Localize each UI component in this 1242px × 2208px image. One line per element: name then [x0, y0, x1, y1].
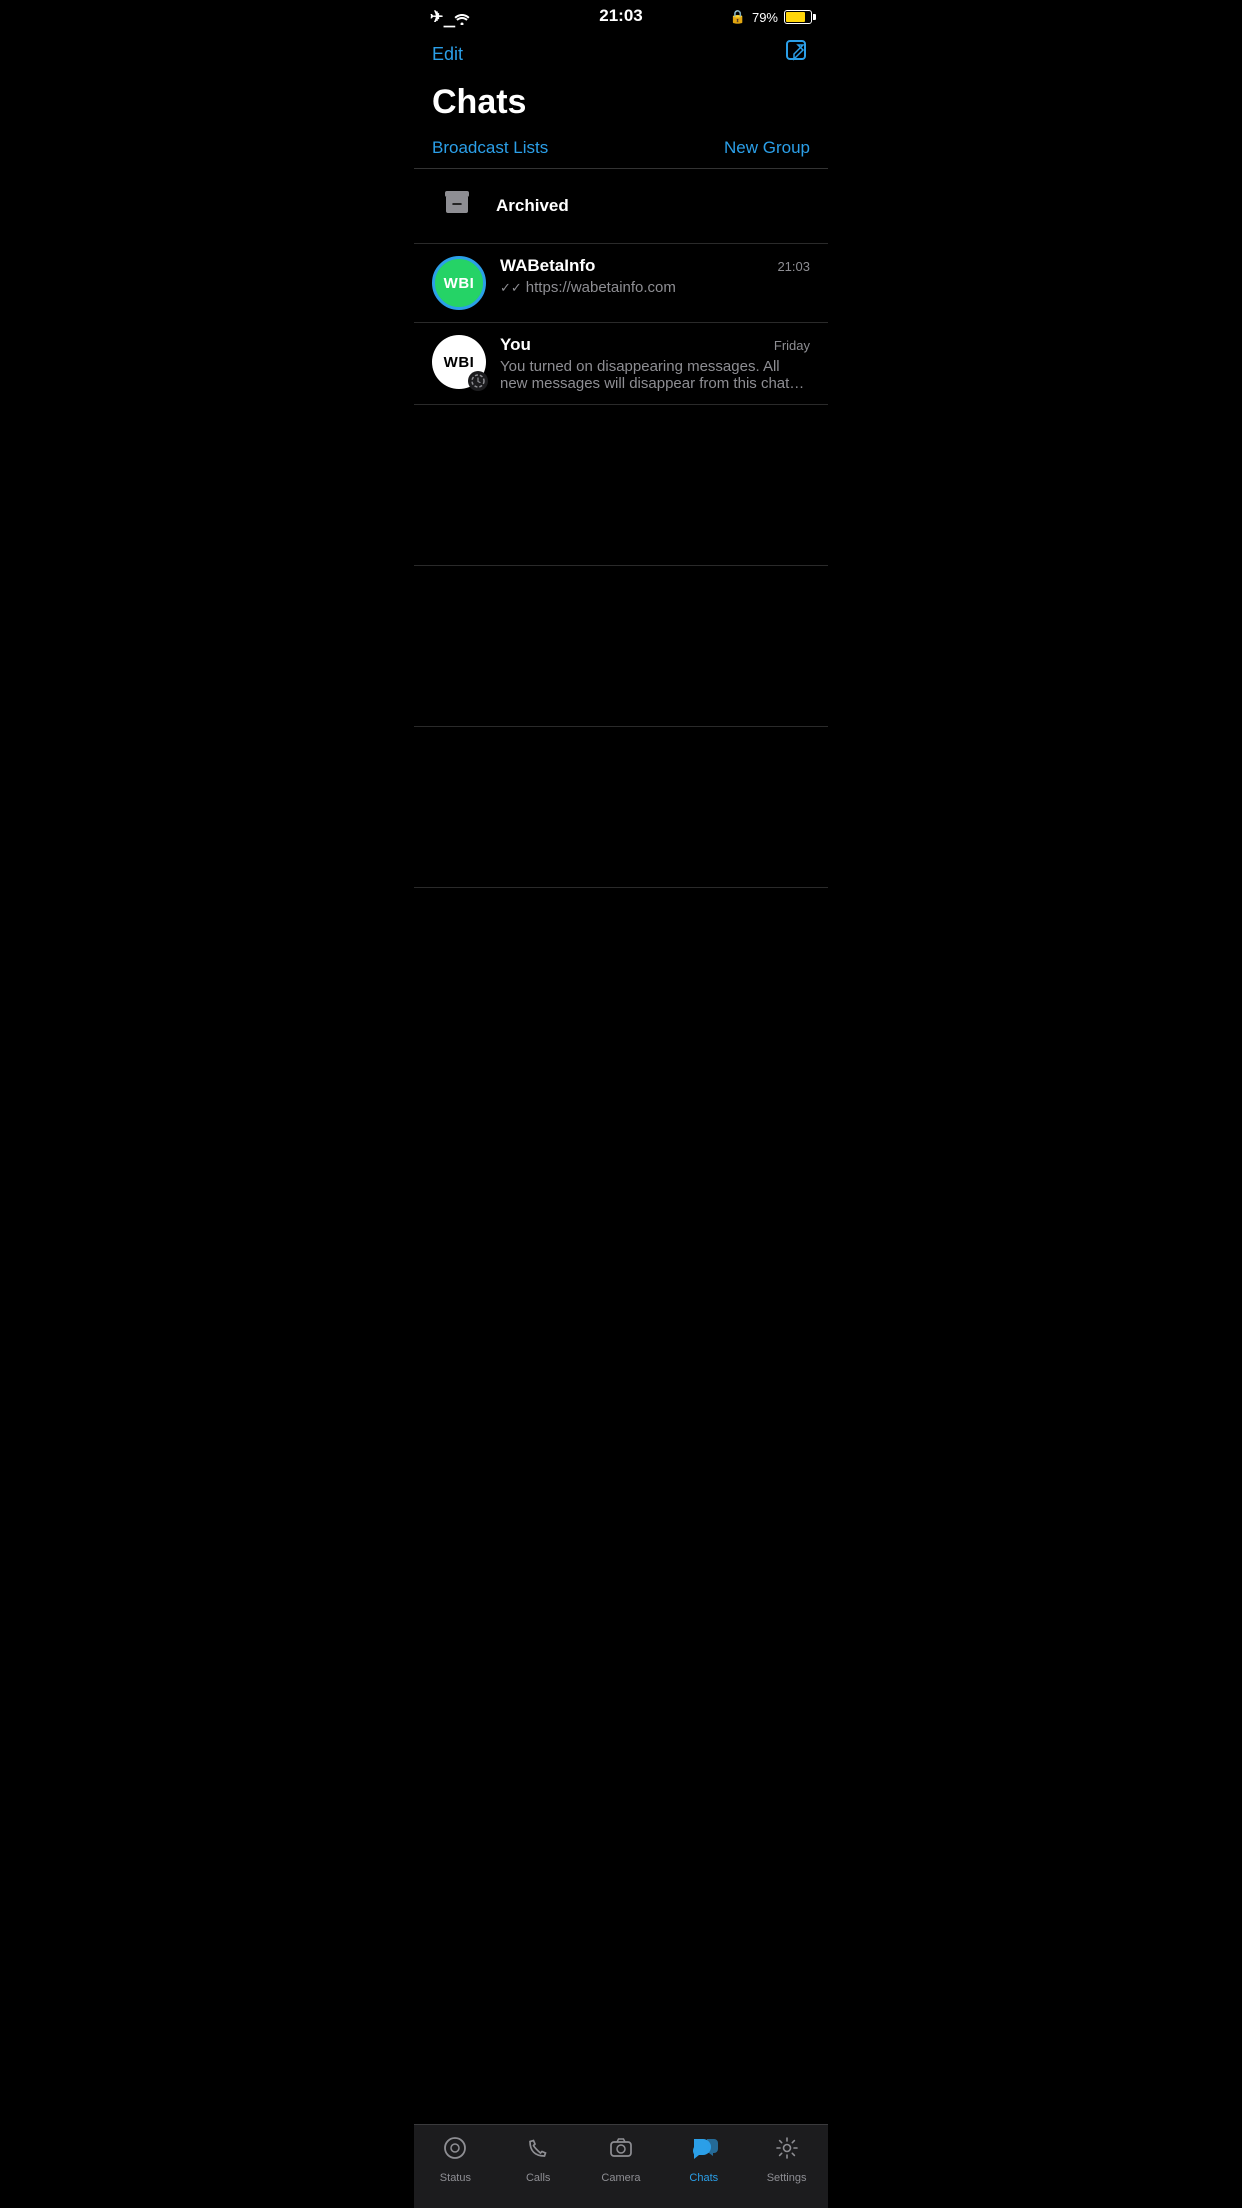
- divider-1: [414, 565, 828, 566]
- wifi-icon: ︭: [449, 6, 469, 28]
- settings-tab-label: Settings: [767, 2172, 807, 2184]
- list-item[interactable]: WBI WABetaInfo 21:03 ✓✓ https://wabetain…: [414, 244, 828, 323]
- avatar: WBI: [432, 335, 486, 389]
- battery-fill: [786, 12, 805, 22]
- chat-info: WABetaInfo 21:03 ✓✓ https://wabetainfo.c…: [500, 256, 810, 296]
- chats-tab-icon: [690, 2135, 718, 2168]
- avatar: WBI: [432, 256, 486, 310]
- chat-message: You turned on disappearing messages. All…: [500, 358, 810, 392]
- lock-icon: 🔒: [730, 9, 746, 25]
- tab-status[interactable]: Status: [414, 2135, 497, 2184]
- avatar-text: WBI: [444, 275, 475, 292]
- disappearing-timer-badge: [468, 371, 488, 391]
- status-left: ︭: [430, 6, 470, 28]
- chats-tab-label: Chats: [689, 2172, 718, 2184]
- chat-name: You: [500, 335, 531, 355]
- chat-top: WABetaInfo 21:03: [500, 256, 810, 276]
- chat-top: You Friday: [500, 335, 810, 355]
- calls-tab-label: Calls: [526, 2172, 550, 2184]
- tab-bar: Status Calls Camera Chats: [414, 2124, 828, 2208]
- chat-message: https://wabetainfo.com: [526, 279, 810, 296]
- camera-tab-label: Camera: [601, 2172, 640, 2184]
- archived-row[interactable]: Archived: [414, 169, 828, 244]
- chat-info: You Friday You turned on disappearing me…: [500, 335, 810, 392]
- page-title: Chats: [414, 75, 828, 138]
- chat-list: Archived WBI WABetaInfo 21:03 ✓✓ https:/…: [414, 169, 828, 405]
- chat-preview: ✓✓ https://wabetainfo.com: [500, 279, 810, 296]
- new-group-button[interactable]: New Group: [724, 138, 810, 158]
- tab-calls[interactable]: Calls: [497, 2135, 580, 2184]
- divider-2: [414, 726, 828, 727]
- archive-box-icon: [441, 187, 473, 226]
- archive-icon-wrap: [432, 181, 482, 231]
- status-bar: ︭ 21:03 🔒 79%: [414, 0, 828, 30]
- double-check-icon: ✓✓: [500, 280, 522, 296]
- airplane-icon: [430, 7, 443, 27]
- status-time: 21:03: [599, 6, 642, 26]
- tab-camera[interactable]: Camera: [580, 2135, 663, 2184]
- broadcast-lists-button[interactable]: Broadcast Lists: [432, 138, 548, 158]
- chat-name: WABetaInfo: [500, 256, 595, 276]
- camera-tab-icon: [608, 2135, 634, 2168]
- compose-icon[interactable]: [784, 38, 810, 71]
- status-tab-label: Status: [440, 2172, 471, 2184]
- battery-percent: 79%: [752, 10, 778, 25]
- status-right: 🔒 79%: [730, 9, 812, 25]
- chat-time: Friday: [774, 338, 810, 353]
- calls-tab-icon: [525, 2135, 551, 2168]
- battery-icon: [784, 10, 812, 24]
- settings-tab-icon: [774, 2135, 800, 2168]
- header-bar: Edit: [414, 30, 828, 75]
- action-row: Broadcast Lists New Group: [414, 138, 828, 169]
- chat-time: 21:03: [777, 259, 810, 274]
- status-tab-icon: [442, 2135, 468, 2168]
- tab-chats[interactable]: Chats: [662, 2135, 745, 2184]
- archived-label: Archived: [496, 196, 569, 216]
- edit-button[interactable]: Edit: [432, 44, 463, 65]
- divider-3: [414, 887, 828, 888]
- chat-preview: You turned on disappearing messages. All…: [500, 358, 810, 392]
- avatar-text: WBI: [444, 354, 475, 371]
- list-item[interactable]: WBI You Friday You turned on disappearin…: [414, 323, 828, 405]
- tab-settings[interactable]: Settings: [745, 2135, 828, 2184]
